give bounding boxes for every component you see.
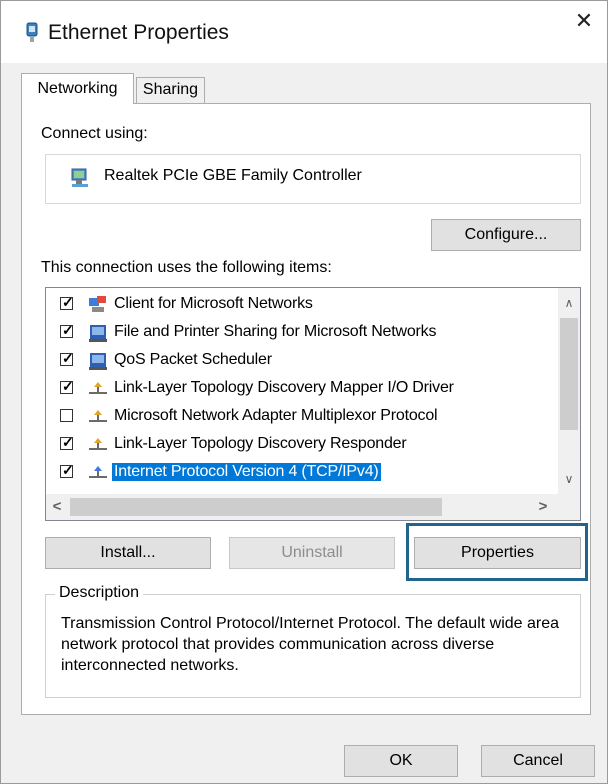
title-bar[interactable]: Ethernet Properties ✕: [1, 1, 607, 63]
network-adapter-icon: [26, 22, 38, 42]
item-label: Microsoft Network Adapter Multiplexor Pr…: [114, 407, 438, 424]
protocol-icon: [89, 382, 107, 394]
protocol-icon: [89, 438, 107, 450]
list-item[interactable]: Microsoft Network Adapter Multiplexor Pr…: [46, 404, 558, 430]
adapter-field: Realtek PCIe GBE Family Controller: [45, 154, 581, 204]
item-label: Internet Protocol Version 4 (TCP/IPv4): [112, 463, 381, 481]
protocol-icon: [89, 466, 107, 478]
description-text: Transmission Control Protocol/Internet P…: [61, 615, 560, 674]
item-checkbox[interactable]: ✓: [60, 378, 74, 394]
item-checkbox[interactable]: ✓: [60, 322, 74, 338]
scroll-right-icon[interactable]: >: [532, 498, 554, 515]
connect-using-label: Connect using:: [41, 125, 148, 142]
protocol-icon: [89, 410, 107, 422]
close-button[interactable]: ✕: [569, 7, 599, 37]
adapter-name: Realtek PCIe GBE Family Controller: [104, 167, 362, 184]
install-button[interactable]: Install...: [45, 537, 211, 569]
ethernet-properties-dialog: Ethernet Properties ✕ Networking Sharing…: [0, 0, 608, 784]
horizontal-scrollbar[interactable]: < >: [46, 494, 558, 520]
configure-button[interactable]: Configure...: [431, 219, 581, 251]
vertical-scroll-thumb[interactable]: [560, 318, 578, 430]
properties-highlight-frame: [406, 523, 588, 581]
list-item-selected[interactable]: ✓ Internet Protocol Version 4 (TCP/IPv4): [46, 460, 558, 486]
uninstall-button: Uninstall: [229, 537, 395, 569]
item-label: QoS Packet Scheduler: [114, 351, 272, 368]
scroll-left-icon[interactable]: <: [46, 498, 68, 515]
cancel-button[interactable]: Cancel: [481, 745, 595, 777]
item-label: Link-Layer Topology Discovery Responder: [114, 435, 407, 452]
scroll-down-icon[interactable]: ∨: [558, 472, 580, 486]
description-title: Description: [55, 584, 144, 602]
list-item[interactable]: ✓ Client for Microsoft Networks: [46, 292, 558, 318]
service-icon: [89, 325, 107, 342]
item-label: File and Printer Sharing for Microsoft N…: [114, 323, 437, 340]
ok-button[interactable]: OK: [344, 745, 458, 777]
item-label: Link-Layer Topology Discovery Mapper I/O…: [114, 379, 454, 396]
list-item[interactable]: ✓ File and Printer Sharing for Microsoft…: [46, 320, 558, 346]
items-label: This connection uses the following items…: [41, 259, 332, 276]
client-network-icon: [89, 296, 106, 312]
items-list[interactable]: ✓ Client for Microsoft Networks ✓ File a…: [45, 287, 581, 521]
item-checkbox[interactable]: ✓: [60, 294, 74, 310]
item-checkbox[interactable]: ✓: [60, 434, 74, 450]
vertical-scrollbar[interactable]: ∧ ∨: [558, 288, 580, 494]
item-label: Client for Microsoft Networks: [114, 295, 313, 312]
item-checkbox[interactable]: ✓: [60, 350, 74, 366]
network-card-icon: [71, 168, 88, 187]
tab-networking[interactable]: Networking: [21, 73, 134, 104]
item-checkbox[interactable]: [60, 409, 73, 422]
tab-sharing[interactable]: Sharing: [136, 77, 205, 104]
list-item[interactable]: ✓ Link-Layer Topology Discovery Responde…: [46, 432, 558, 458]
scroll-corner: [558, 494, 580, 520]
item-checkbox[interactable]: ✓: [60, 462, 74, 478]
window-title: Ethernet Properties: [48, 21, 229, 44]
service-icon: [89, 353, 107, 370]
list-item[interactable]: ✓ QoS Packet Scheduler: [46, 348, 558, 374]
list-item[interactable]: ✓ Link-Layer Topology Discovery Mapper I…: [46, 376, 558, 402]
scroll-up-icon[interactable]: ∧: [558, 296, 580, 310]
horizontal-scroll-thumb[interactable]: [70, 498, 442, 516]
